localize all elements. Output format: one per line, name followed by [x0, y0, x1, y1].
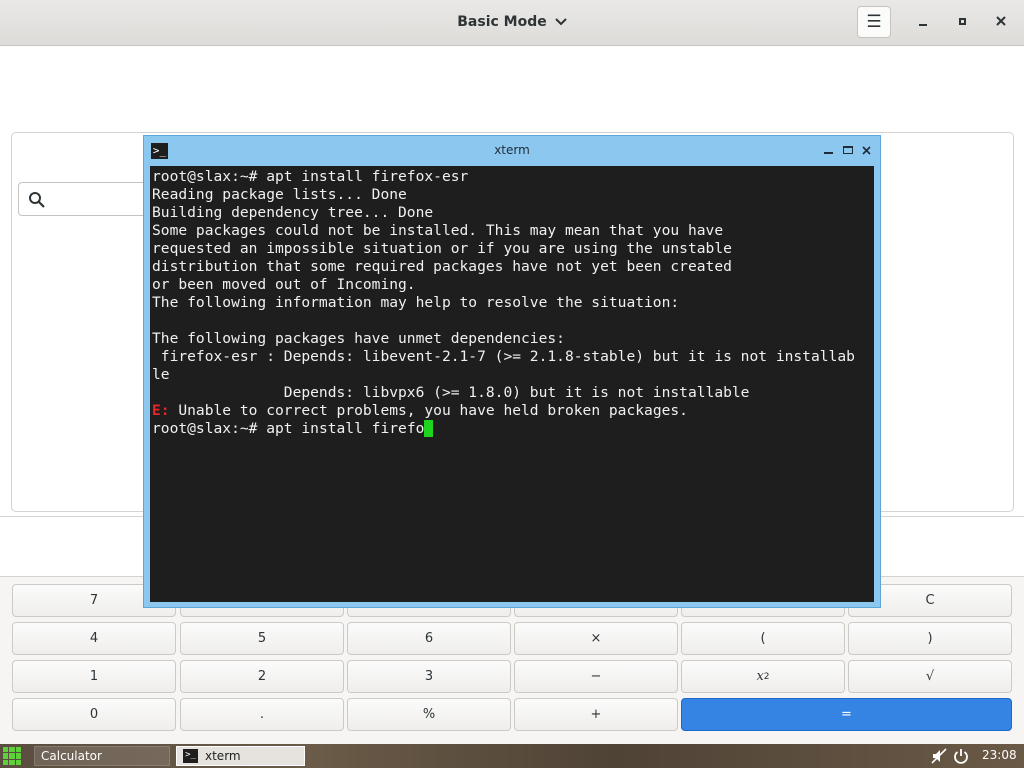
terminal-output[interactable]: root@slax:~# apt install firefox-esr Read… — [150, 166, 874, 602]
volume-muted-icon[interactable] — [931, 748, 947, 764]
key-add[interactable]: + — [514, 698, 678, 731]
taskbar-item-calculator[interactable]: Calculator — [34, 746, 170, 766]
minimize-icon — [823, 152, 833, 154]
hamburger-menu-button[interactable]: ☰ — [857, 6, 891, 38]
key-square[interactable]: x2 — [681, 660, 845, 693]
xterm-title: xterm — [494, 143, 530, 157]
terminal-icon: >_ — [183, 749, 198, 763]
terminal-line: le — [152, 366, 170, 383]
taskbar: Calculator >_ xterm 23:08 — [0, 744, 1024, 768]
taskbar-item-label: xterm — [205, 749, 241, 763]
key-5[interactable]: 5 — [180, 622, 344, 655]
terminal-line: Reading package lists... Done — [152, 186, 407, 203]
taskbar-item-xterm[interactable]: >_ xterm — [176, 746, 305, 766]
maximize-icon — [958, 17, 966, 25]
minimize-icon — [919, 24, 927, 26]
key-open-paren[interactable]: ( — [681, 622, 845, 655]
xterm-title-bar[interactable]: >_ xterm — [144, 136, 880, 166]
key-6[interactable]: 6 — [347, 622, 511, 655]
key-1[interactable]: 1 — [12, 660, 176, 693]
terminal-line: root@slax:~# apt install firefox-esr — [152, 168, 469, 185]
shell-prompt: root@slax:~# — [152, 420, 267, 437]
xterm-maximize-button[interactable] — [841, 143, 855, 157]
search-icon — [29, 192, 45, 208]
terminal-line: The following packages have unmet depend… — [152, 330, 565, 347]
maximize-icon — [843, 146, 853, 154]
close-icon — [996, 16, 1006, 26]
chevron-down-icon — [555, 15, 567, 30]
command-input[interactable]: apt install firefo — [266, 420, 424, 437]
terminal-line: Building dependency tree... Done — [152, 204, 434, 221]
error-message: Unable to correct problems, you have hel… — [169, 402, 688, 419]
key-4[interactable]: 4 — [12, 622, 176, 655]
key-multiply[interactable]: × — [514, 622, 678, 655]
key-2[interactable]: 2 — [180, 660, 344, 693]
clock[interactable]: 23:08 — [982, 748, 1017, 762]
terminal-line: Some packages could not be installed. Th… — [152, 222, 724, 239]
terminal-line: requested an impossible situation or if … — [152, 240, 732, 257]
terminal-line: Depends: libvpx6 (>= 1.8.0) but it is no… — [152, 384, 750, 401]
key-3[interactable]: 3 — [347, 660, 511, 693]
terminal-line: firefox-esr : Depends: libevent-2.1-7 (>… — [152, 348, 855, 365]
key-sqrt[interactable]: √ — [848, 660, 1012, 693]
close-icon — [861, 145, 871, 155]
error-prefix: E: — [152, 402, 170, 419]
taskbar-item-label: Calculator — [41, 749, 102, 763]
key-percent[interactable]: % — [347, 698, 511, 731]
key-subtract[interactable]: − — [514, 660, 678, 693]
terminal-error-line: E: Unable to correct problems, you have … — [152, 402, 874, 420]
terminal-prompt-line[interactable]: root@slax:~# apt install firefo — [152, 420, 874, 438]
key-0[interactable]: 0 — [12, 698, 176, 731]
hamburger-icon: ☰ — [866, 12, 882, 32]
close-button[interactable] — [990, 10, 1012, 32]
terminal-cursor — [424, 420, 434, 437]
key-square-base: x — [756, 669, 764, 684]
key-square-exponent: 2 — [763, 671, 770, 682]
calculator-header-bar: Basic Mode ☰ — [0, 0, 1024, 46]
terminal-line: or been moved out of Incoming. — [152, 276, 416, 293]
key-close-paren[interactable]: ) — [848, 622, 1012, 655]
terminal-line: distribution that some required packages… — [152, 258, 732, 275]
mode-title: Basic Mode — [457, 14, 547, 30]
key-equals[interactable]: = — [681, 698, 1012, 731]
terminal-line: The following information may help to re… — [152, 294, 680, 311]
xterm-close-button[interactable] — [859, 143, 873, 157]
xterm-minimize-button[interactable] — [821, 143, 835, 157]
power-icon[interactable] — [953, 748, 969, 764]
key-decimal[interactable]: . — [180, 698, 344, 731]
start-menu-icon[interactable] — [3, 747, 21, 765]
xterm-window: >_ xterm root@slax:~# apt install firefo… — [143, 135, 881, 608]
maximize-button[interactable] — [951, 10, 973, 32]
minimize-button[interactable] — [912, 10, 934, 32]
